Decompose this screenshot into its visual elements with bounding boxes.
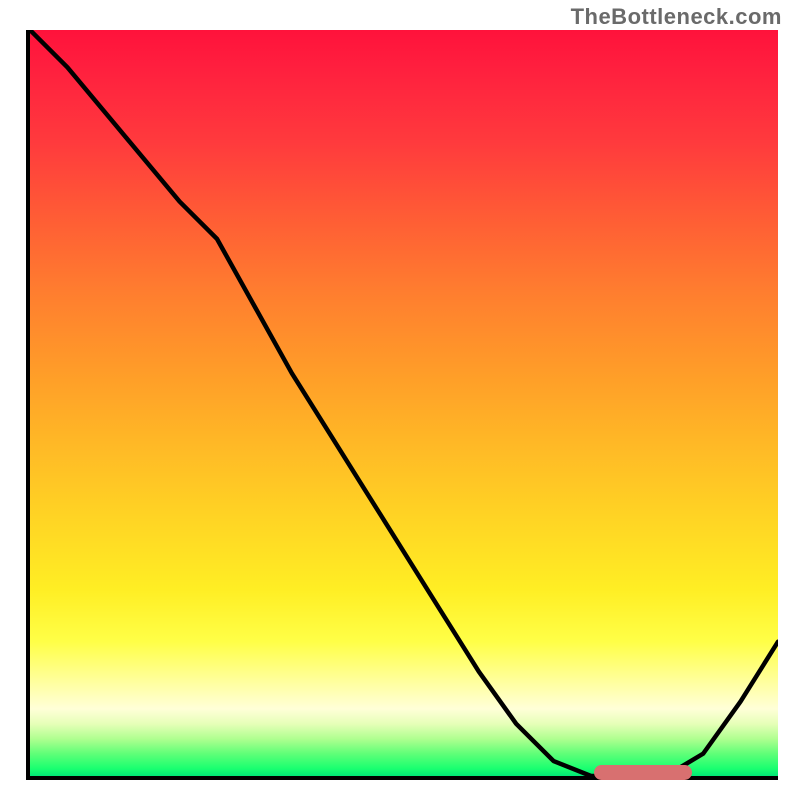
watermark-text: TheBottleneck.com bbox=[571, 4, 782, 30]
chart-plot-area bbox=[26, 30, 778, 780]
chart-background-gradient bbox=[30, 30, 778, 776]
highlight-range-bar bbox=[594, 765, 692, 780]
